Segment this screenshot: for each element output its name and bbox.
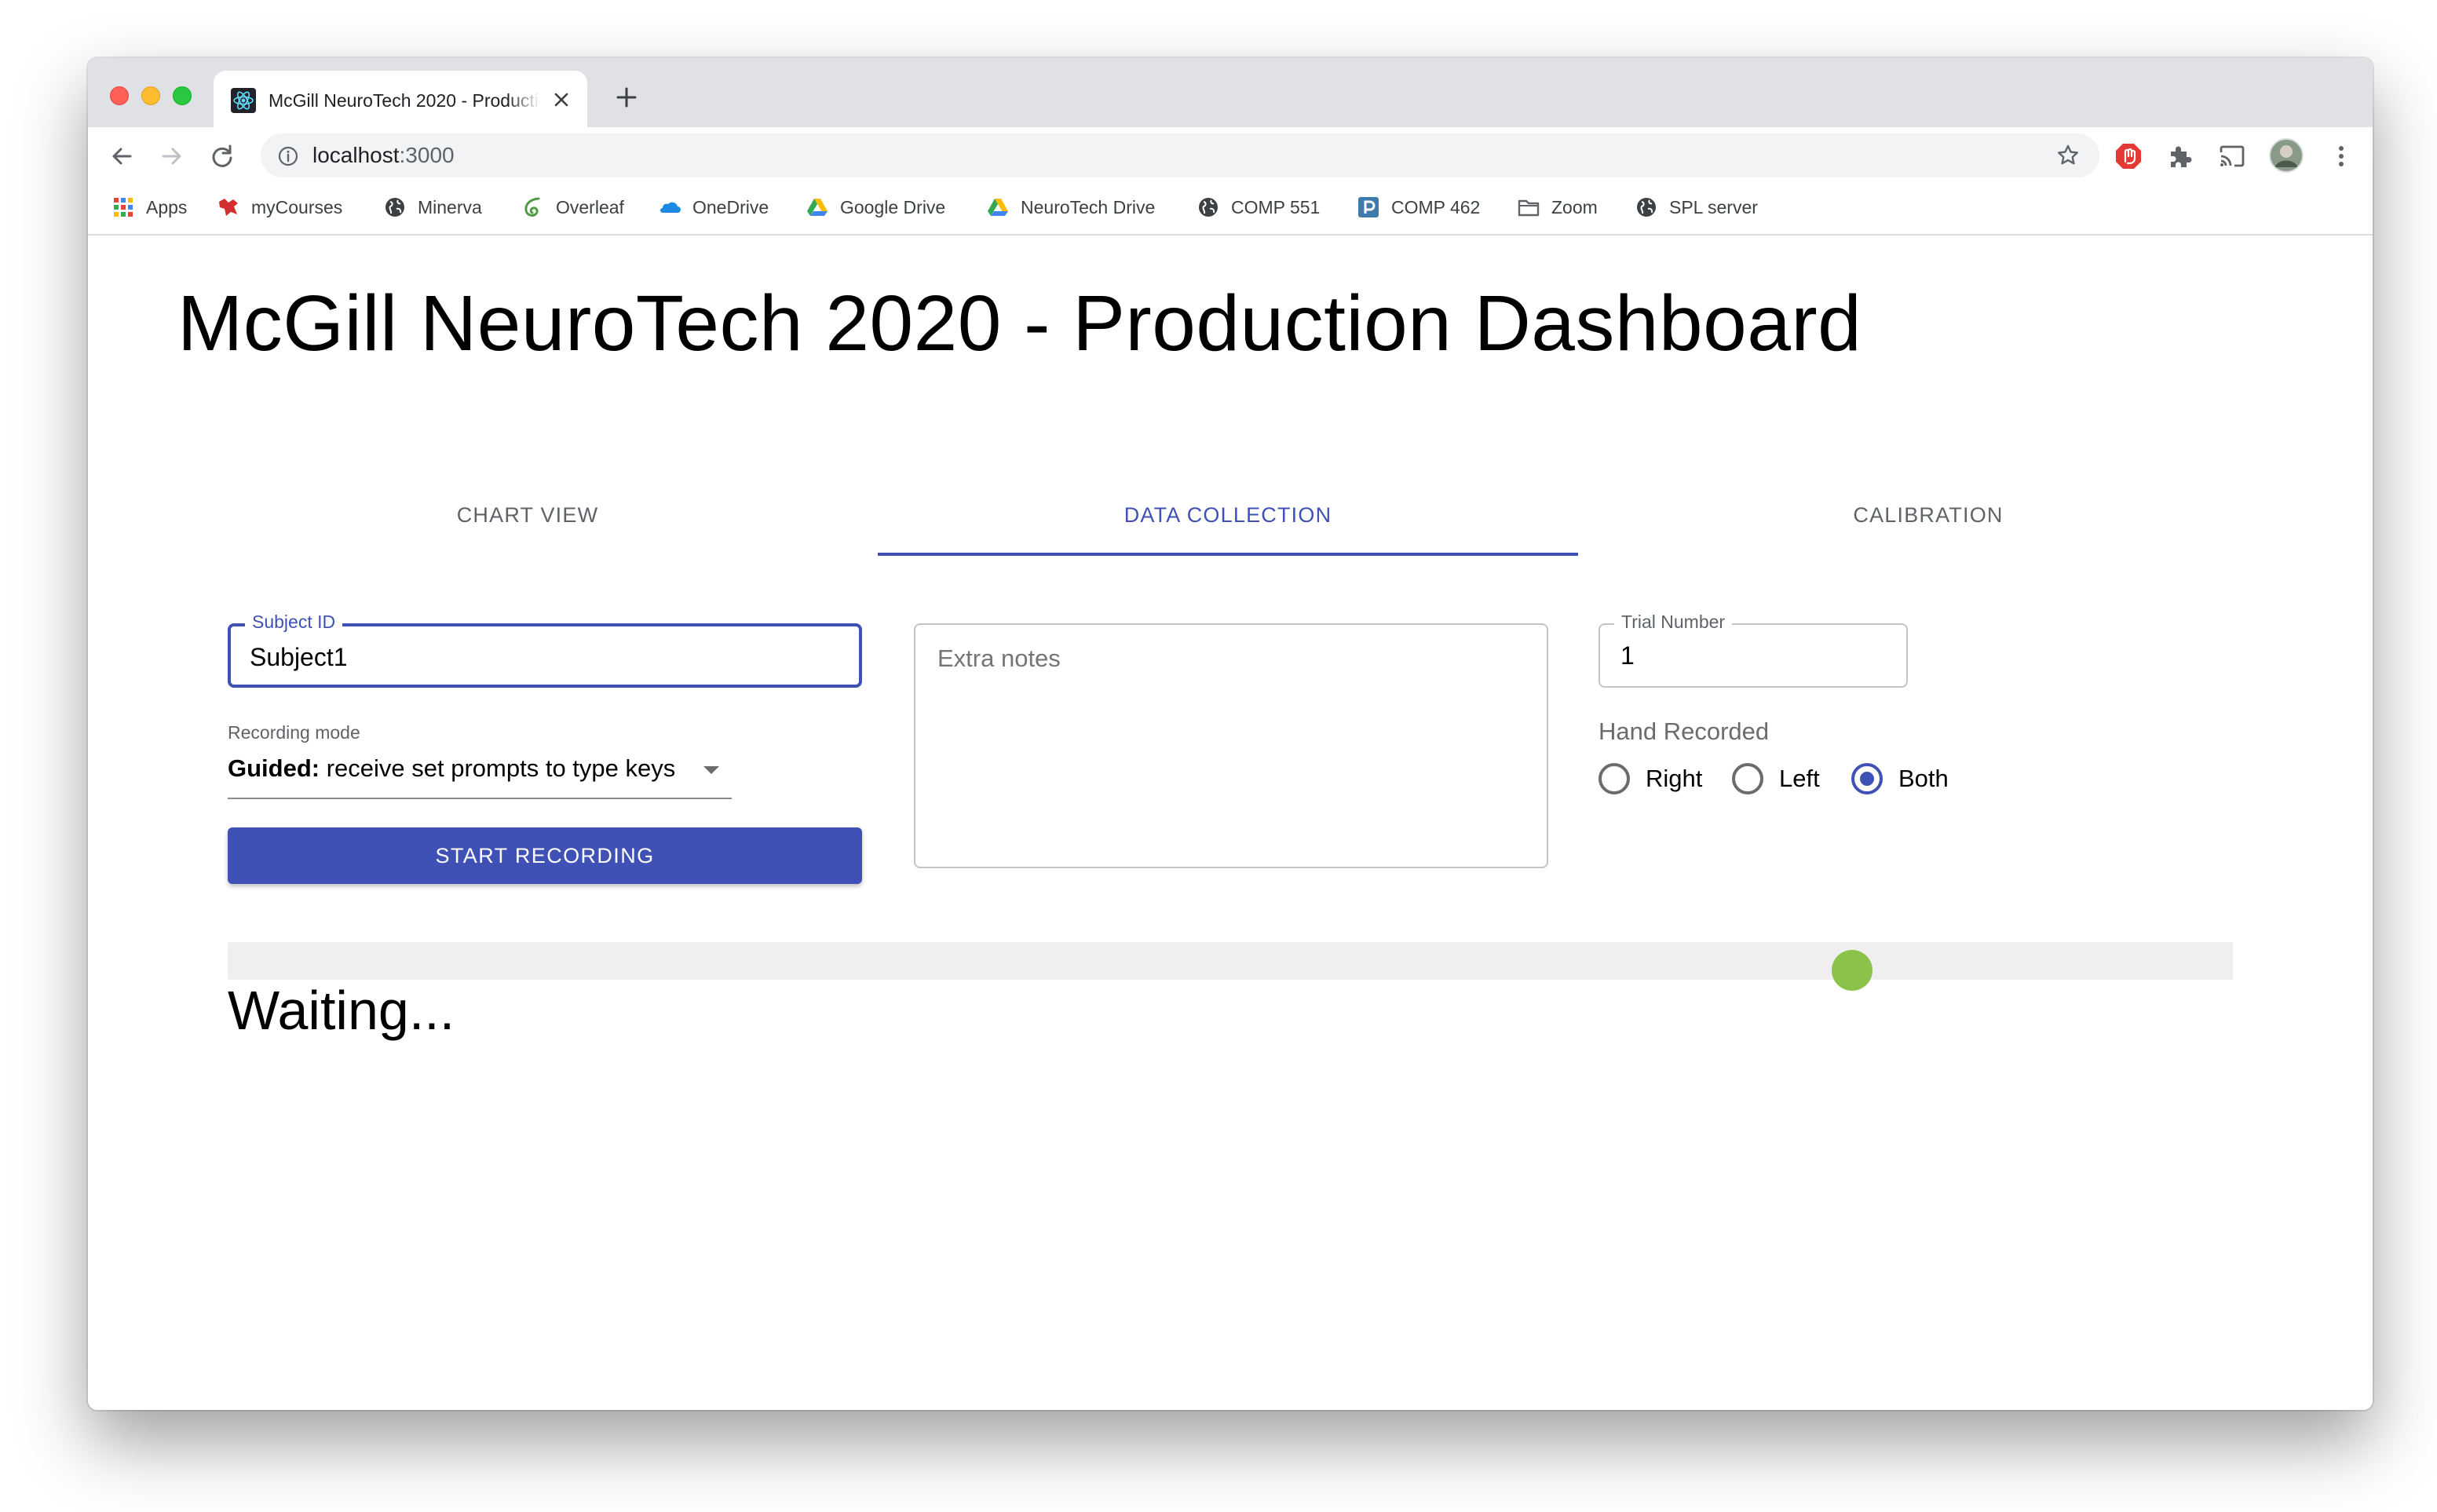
back-arrow-icon[interactable] — [108, 143, 135, 170]
recording-mode-select[interactable]: Guided: receive set prompts to type keys — [228, 752, 732, 799]
bookmark-label: myCourses — [251, 196, 343, 217]
subject-id-label: Subject ID — [245, 611, 343, 633]
radio-label: Both — [1898, 765, 1949, 792]
browser-tab[interactable]: McGill NeuroTech 2020 - Production Dashb… — [214, 71, 587, 127]
trial-number-value: 1 — [1620, 641, 1635, 670]
bookmark-label: Minerva — [418, 196, 482, 217]
active-tab-indicator — [878, 553, 1578, 556]
bookmark-label: Google Drive — [840, 196, 946, 217]
globe-icon — [385, 198, 404, 217]
globe-icon — [1199, 198, 1218, 217]
bookmark-label: COMP 462 — [1391, 196, 1481, 217]
apps-grid-icon — [114, 198, 133, 217]
recording-mode-label: Recording mode — [228, 722, 360, 743]
bookmark-google-drive[interactable]: Google Drive — [806, 190, 945, 225]
bookmark-label: NeuroTech Drive — [1021, 196, 1156, 217]
cast-icon[interactable] — [2217, 141, 2247, 171]
url-host: localhost — [312, 143, 400, 167]
browser-menu-icon[interactable] — [2333, 141, 2349, 171]
overleaf-icon — [524, 197, 540, 217]
extra-notes-textarea[interactable]: Extra notes — [914, 623, 1548, 868]
page-content: McGill NeuroTech 2020 - Production Dashb… — [88, 237, 2373, 1410]
onedrive-icon — [660, 202, 681, 213]
subject-id-value: Subject1 — [250, 643, 348, 671]
new-tab-icon[interactable] — [614, 85, 639, 110]
google-drive-icon — [988, 199, 1008, 216]
status-text: Waiting... — [228, 980, 455, 1041]
start-recording-button[interactable]: START RECORDING — [228, 827, 862, 884]
bookmark-minerva[interactable]: Minerva — [383, 190, 482, 225]
bookmark-label: SPL server — [1669, 196, 1758, 217]
dropdown-caret-icon — [703, 766, 719, 774]
tab-calibration[interactable]: CALIBRATION — [1578, 476, 2278, 554]
subject-id-field[interactable]: Subject ID Subject1 — [228, 611, 862, 688]
zoom-window-button[interactable] — [173, 86, 192, 105]
radio-circle-selected — [1851, 763, 1883, 794]
trial-number-label: Trial Number — [1614, 611, 1733, 633]
piazza-icon — [1358, 197, 1379, 217]
recording-mode-bold: Guided: — [228, 754, 320, 782]
bookmark-label: OneDrive — [692, 196, 769, 217]
tab-strip: McGill NeuroTech 2020 - Production Dashb… — [88, 58, 2373, 127]
react-icon — [231, 88, 256, 113]
radio-left[interactable]: Left — [1732, 761, 1820, 796]
radio-circle — [1732, 763, 1763, 794]
folder-icon — [1518, 199, 1540, 217]
radio-right[interactable]: Right — [1598, 761, 1702, 796]
address-bar[interactable]: localhost:3000 — [261, 133, 2099, 177]
minimize-window-button[interactable] — [141, 86, 160, 105]
radio-label: Right — [1646, 765, 1703, 792]
bookmark-label: Apps — [146, 196, 188, 217]
tab-data-collection[interactable]: DATA COLLECTION — [878, 476, 1578, 554]
google-drive-icon — [807, 199, 828, 216]
radio-both[interactable]: Both — [1851, 761, 1949, 796]
radio-circle — [1598, 763, 1630, 794]
mcgill-icon — [219, 199, 238, 216]
close-window-button[interactable] — [110, 86, 129, 105]
browser-toolbar: localhost:3000 — [88, 127, 2373, 184]
browser-window: McGill NeuroTech 2020 - Production Dashb… — [88, 58, 2373, 1410]
bookmark-onedrive[interactable]: OneDrive — [658, 190, 769, 225]
profile-avatar[interactable] — [2269, 138, 2304, 173]
hand-recorded-label: Hand Recorded — [1598, 718, 1770, 745]
tab-title: McGill NeuroTech 2020 - Production Dashb… — [269, 90, 540, 111]
tab-chart-view[interactable]: CHART VIEW — [177, 476, 878, 554]
bookmarks-bar: Apps myCourses Minerva Overleaf OneDrive… — [88, 184, 2373, 236]
page-title: McGill NeuroTech 2020 - Production Dashb… — [177, 279, 1862, 367]
bookmark-overleaf[interactable]: Overleaf — [521, 190, 624, 225]
view-tabs: CHART VIEW DATA COLLECTION CALIBRATION — [177, 476, 2278, 556]
bookmark-comp-551[interactable]: COMP 551 — [1197, 190, 1320, 225]
globe-icon — [1637, 198, 1656, 217]
prompt-track — [228, 942, 2233, 991]
extra-notes-placeholder: Extra notes — [937, 645, 1061, 672]
bookmark-mycourses[interactable]: myCourses — [217, 190, 342, 225]
bookmark-star-icon[interactable] — [2055, 143, 2081, 168]
bookmark-zoom[interactable]: Zoom — [1517, 190, 1598, 225]
prompt-indicator-dot — [1831, 950, 1873, 991]
forward-arrow-icon[interactable] — [159, 143, 185, 170]
bookmark-neurotech-drive[interactable]: NeuroTech Drive — [986, 190, 1155, 225]
bookmark-label: COMP 551 — [1231, 196, 1321, 217]
bookmark-apps[interactable]: Apps — [111, 190, 187, 225]
url-text: localhost:3000 — [312, 143, 455, 168]
bookmark-comp-462[interactable]: COMP 462 — [1357, 190, 1480, 225]
trial-number-field[interactable]: Trial Number 1 — [1598, 611, 1908, 688]
radio-label: Left — [1779, 765, 1820, 792]
bookmark-spl-server[interactable]: SPL server — [1635, 190, 1758, 225]
close-tab-icon[interactable] — [551, 89, 572, 110]
extensions-puzzle-icon[interactable] — [2165, 141, 2195, 171]
bookmark-label: Zoom — [1551, 196, 1598, 217]
site-info-icon[interactable] — [278, 146, 298, 166]
reload-icon[interactable] — [209, 143, 236, 170]
recording-mode-text: receive set prompts to type keys — [320, 754, 676, 782]
url-port: :3000 — [399, 143, 455, 167]
bookmark-label: Overleaf — [556, 196, 624, 217]
adblock-extension-icon[interactable] — [2114, 141, 2143, 171]
